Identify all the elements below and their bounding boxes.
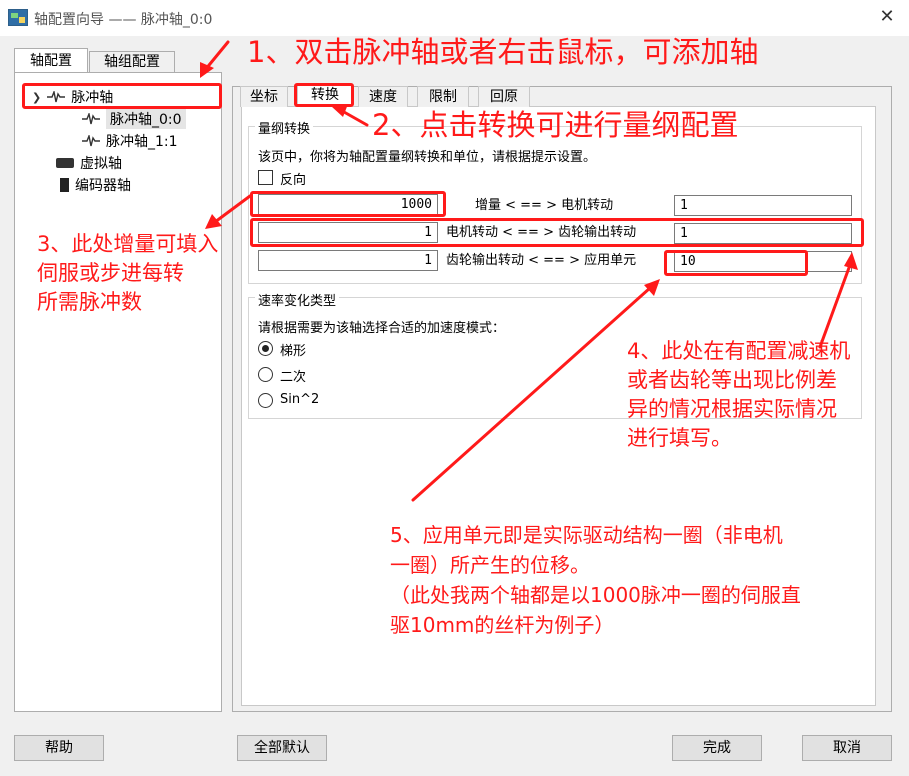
annotation-1: 1、双击脉冲轴或者右击鼠标，可添加轴 (247, 35, 759, 69)
annotation-4: 4、此处在有配置减速机 或者齿轮等出现比例差 异的情况根据实际情况 进行填写。 (627, 339, 851, 450)
annotation-2: 2、点击转换可进行量纲配置 (372, 108, 739, 142)
annotation-5: 5、应用单元即是实际驱动结构一圈（非电机 一圈）所产生的位移。 （此处我两个轴都… (390, 523, 801, 637)
annotation-3: 3、此处增量可填入 伺服或步进每转 所需脉冲数 (37, 232, 219, 314)
